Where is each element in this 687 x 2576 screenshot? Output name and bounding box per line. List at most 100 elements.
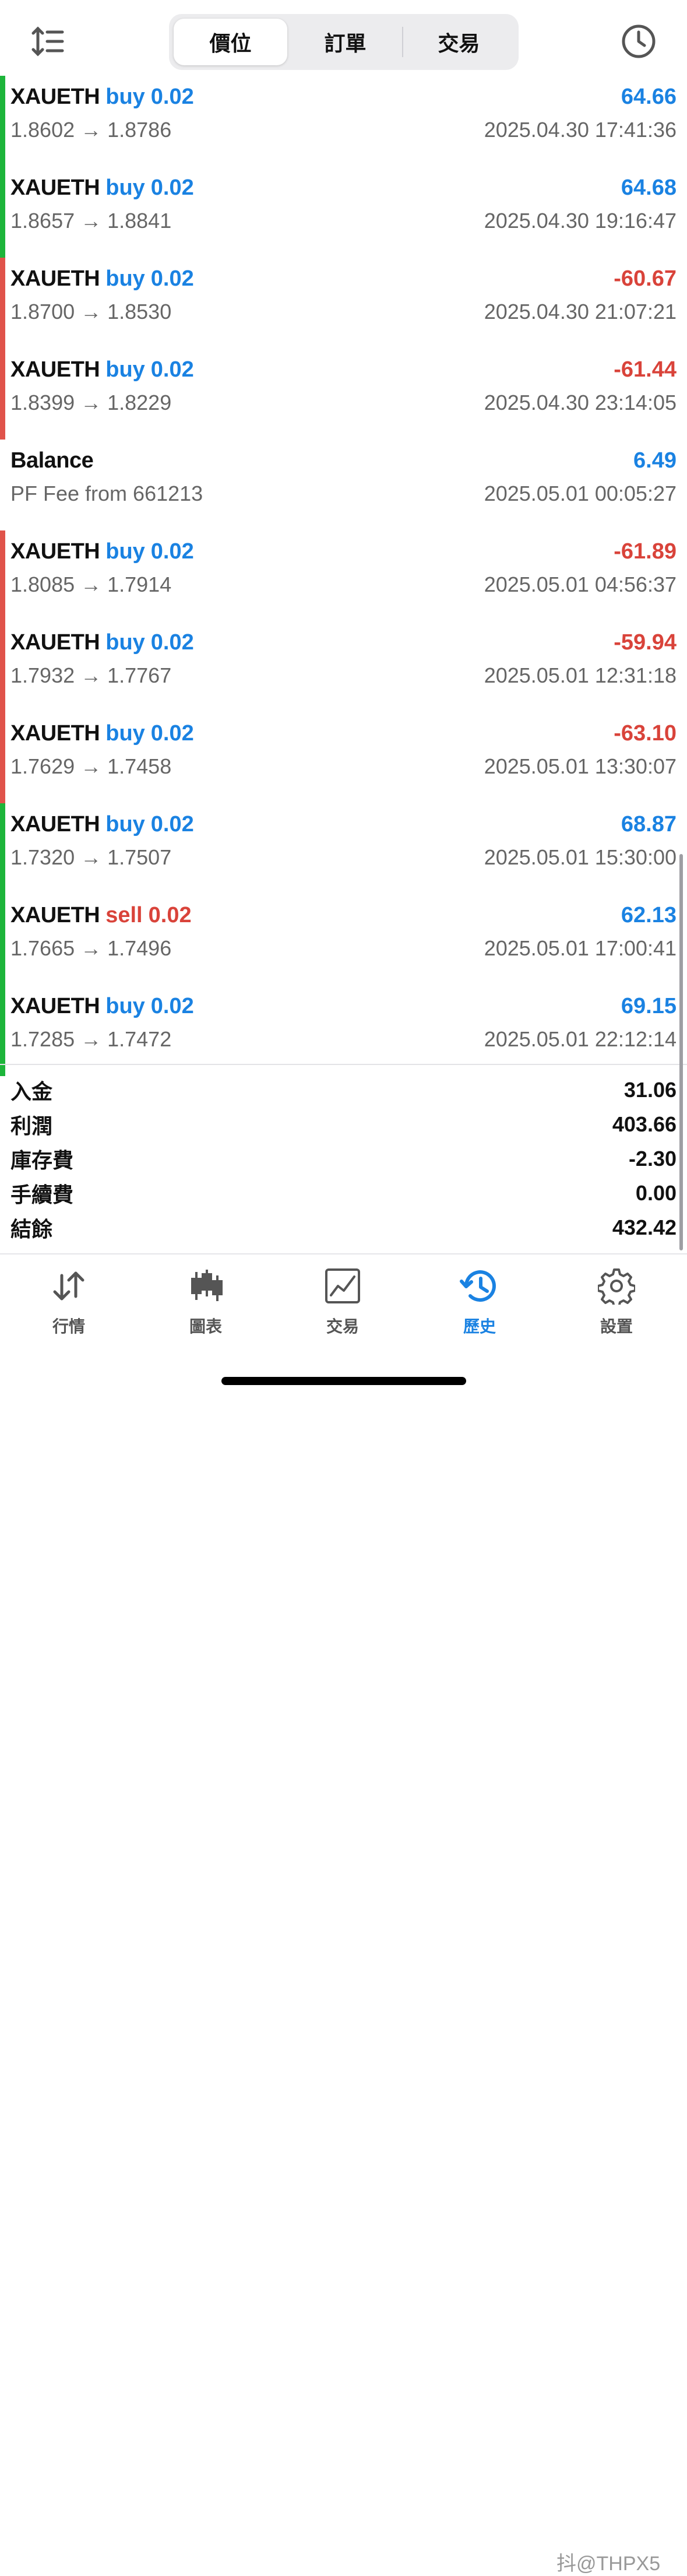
deal-row[interactable]: XAUETH buy 0.02 -61.44 1.8399 → 1.8229 2025.0… bbox=[0, 349, 687, 440]
segmented-control: 價位 訂單 交易 bbox=[169, 14, 519, 70]
deal-prices: 1.8085 → 1.7914 bbox=[10, 572, 172, 596]
tab-price[interactable]: 價位 bbox=[174, 19, 287, 65]
summary-profit: 利潤 403.66 bbox=[10, 1107, 677, 1141]
clock-icon bbox=[622, 24, 656, 58]
deal-profit: 68.87 bbox=[621, 811, 677, 837]
deal-side: buy bbox=[105, 811, 145, 837]
deal-row[interactable]: XAUETH buy 0.02 -61.89 1.8085 → 1.7914 2025.0… bbox=[0, 530, 687, 621]
tab-label: 行情 bbox=[52, 1317, 85, 1336]
summary-swap: 庫存費 -2.30 bbox=[10, 1141, 677, 1176]
deal-symbol: Balance bbox=[10, 448, 94, 473]
result-bar bbox=[0, 712, 5, 803]
result-bar bbox=[0, 167, 5, 258]
summary-value: 403.66 bbox=[612, 1112, 677, 1136]
deal-time: 2025.05.01 15:30:00 bbox=[484, 845, 677, 869]
deal-profit: 69.15 bbox=[621, 993, 677, 1018]
summary-label: 手續費 bbox=[10, 1182, 74, 1207]
deal-volume: 0.02 bbox=[150, 266, 194, 291]
deal-time: 2025.05.01 17:00:41 bbox=[484, 936, 677, 960]
deal-profit: -61.89 bbox=[614, 539, 677, 564]
summary-deposit: 入金 31.06 bbox=[10, 1073, 677, 1107]
deal-symbol: XAUETH bbox=[10, 84, 100, 109]
deal-volume: 0.02 bbox=[150, 84, 194, 109]
deal-time: 2025.05.01 12:31:18 bbox=[484, 663, 677, 687]
deal-time: 2025.04.30 19:16:47 bbox=[484, 209, 677, 233]
deal-volume: 0.02 bbox=[150, 993, 194, 1018]
deal-side: sell bbox=[105, 902, 143, 927]
deal-symbol: XAUETH bbox=[10, 721, 100, 746]
summary-value: -2.30 bbox=[628, 1146, 677, 1171]
trade-chart-icon bbox=[325, 1268, 360, 1303]
sort-button[interactable] bbox=[29, 23, 68, 59]
gear-icon bbox=[598, 1268, 635, 1305]
deal-volume: 0.02 bbox=[148, 902, 192, 927]
result-bar bbox=[0, 349, 5, 440]
deal-side: buy bbox=[105, 175, 145, 200]
summary-label: 入金 bbox=[10, 1079, 53, 1104]
tab-chart[interactable]: 圖表 bbox=[159, 1265, 252, 1341]
deal-row[interactable]: XAUETH buy 0.02 -60.67 1.8700 → 1.8530 2025.0… bbox=[0, 258, 687, 349]
tab-label: 歷史 bbox=[463, 1317, 496, 1336]
candlestick-chart-icon bbox=[191, 1270, 223, 1301]
deal-profit: -63.10 bbox=[614, 721, 677, 746]
summary-panel: 入金 31.06 利潤 403.66 庫存費 -2.30 手續費 0.00 結餘… bbox=[10, 1073, 677, 1245]
deal-prices: PF Fee from 661213 bbox=[10, 482, 203, 505]
summary-balance: 結餘 432.42 bbox=[10, 1210, 677, 1245]
period-button[interactable] bbox=[619, 22, 658, 61]
deal-symbol: XAUETH bbox=[10, 630, 100, 655]
summary-label: 利潤 bbox=[10, 1113, 53, 1138]
deal-side: buy bbox=[105, 993, 145, 1018]
history-clock-icon bbox=[460, 1270, 496, 1302]
deal-volume: 0.02 bbox=[150, 539, 194, 564]
quotes-arrows-icon bbox=[53, 1271, 84, 1301]
deal-row[interactable]: XAUETH buy 0.02 68.87 1.7320 → 1.7507 2025.05… bbox=[0, 803, 687, 894]
deal-row[interactable]: XAUETH buy 0.02 64.66 1.8602 → 1.8786 2025.04… bbox=[0, 76, 687, 167]
deal-list: XAUETH buy 0.02 64.66 1.8602 → 1.8786 2025.04… bbox=[0, 76, 687, 1076]
deal-row[interactable]: Balance 6.49 PF Fee from 661213 2025.05.01 … bbox=[0, 440, 687, 530]
deal-side: buy bbox=[105, 539, 145, 564]
watermark: 抖@THPX5 bbox=[556, 2553, 661, 2575]
deal-symbol: XAUETH bbox=[10, 811, 100, 837]
deal-prices: 1.7285 → 1.7472 bbox=[10, 1027, 172, 1051]
deal-volume: 0.02 bbox=[150, 175, 194, 200]
deal-prices: 1.8657 → 1.8841 bbox=[10, 209, 172, 233]
sort-icon bbox=[31, 26, 64, 57]
tab-trade[interactable]: 交易 bbox=[296, 1265, 389, 1341]
scrollbar[interactable] bbox=[679, 854, 683, 1250]
deal-row[interactable]: XAUETH buy 0.02 -59.94 1.7932 → 1.7767 2025.0… bbox=[0, 621, 687, 712]
deal-prices: 1.7320 → 1.7507 bbox=[10, 845, 172, 869]
top-bar: 價位 訂單 交易 bbox=[0, 0, 687, 79]
deal-volume: 0.02 bbox=[150, 630, 194, 655]
deal-time: 2025.05.01 04:56:37 bbox=[484, 572, 677, 596]
deal-row[interactable]: XAUETH buy 0.02 69.15 1.7285 → 1.7472 2025.05… bbox=[0, 985, 687, 1076]
deal-prices: 1.7665 → 1.7496 bbox=[10, 936, 172, 960]
deal-time: 2025.04.30 23:14:05 bbox=[484, 391, 677, 414]
deal-side: buy bbox=[105, 84, 145, 109]
tab-quotes[interactable]: 行情 bbox=[22, 1265, 115, 1341]
deal-prices: 1.7932 → 1.7767 bbox=[10, 663, 172, 687]
tab-settings[interactable]: 設置 bbox=[570, 1265, 663, 1341]
result-bar bbox=[0, 440, 5, 530]
home-indicator[interactable] bbox=[221, 1377, 466, 1385]
deal-time: 2025.05.01 13:30:07 bbox=[484, 754, 677, 778]
deal-volume: 0.02 bbox=[150, 721, 194, 746]
tab-deals[interactable]: 交易 bbox=[405, 19, 513, 65]
summary-value: 31.06 bbox=[623, 1077, 677, 1102]
deal-row[interactable]: XAUETH buy 0.02 64.68 1.8657 → 1.8841 2025.04… bbox=[0, 167, 687, 258]
result-bar bbox=[0, 621, 5, 712]
deal-profit: 64.66 bbox=[621, 84, 677, 109]
deal-time: 2025.05.01 00:05:27 bbox=[484, 482, 677, 505]
result-bar bbox=[0, 258, 5, 349]
deal-symbol: XAUETH bbox=[10, 902, 100, 927]
deal-profit: 64.68 bbox=[621, 175, 677, 200]
result-bar bbox=[0, 894, 5, 985]
deal-time: 2025.05.01 22:12:14 bbox=[484, 1027, 677, 1051]
deal-row[interactable]: XAUETH sell 0.02 62.13 1.7665 → 1.7496 2025.0… bbox=[0, 894, 687, 985]
result-bar bbox=[0, 76, 5, 167]
tab-label: 圖表 bbox=[189, 1317, 222, 1336]
deal-row[interactable]: XAUETH buy 0.02 -63.10 1.7629 → 1.7458 2025.0… bbox=[0, 712, 687, 803]
result-bar bbox=[0, 985, 5, 1076]
summary-value: 432.42 bbox=[612, 1215, 677, 1239]
tab-history[interactable]: 歷史 bbox=[433, 1265, 526, 1341]
tab-orders[interactable]: 訂單 bbox=[291, 19, 399, 65]
